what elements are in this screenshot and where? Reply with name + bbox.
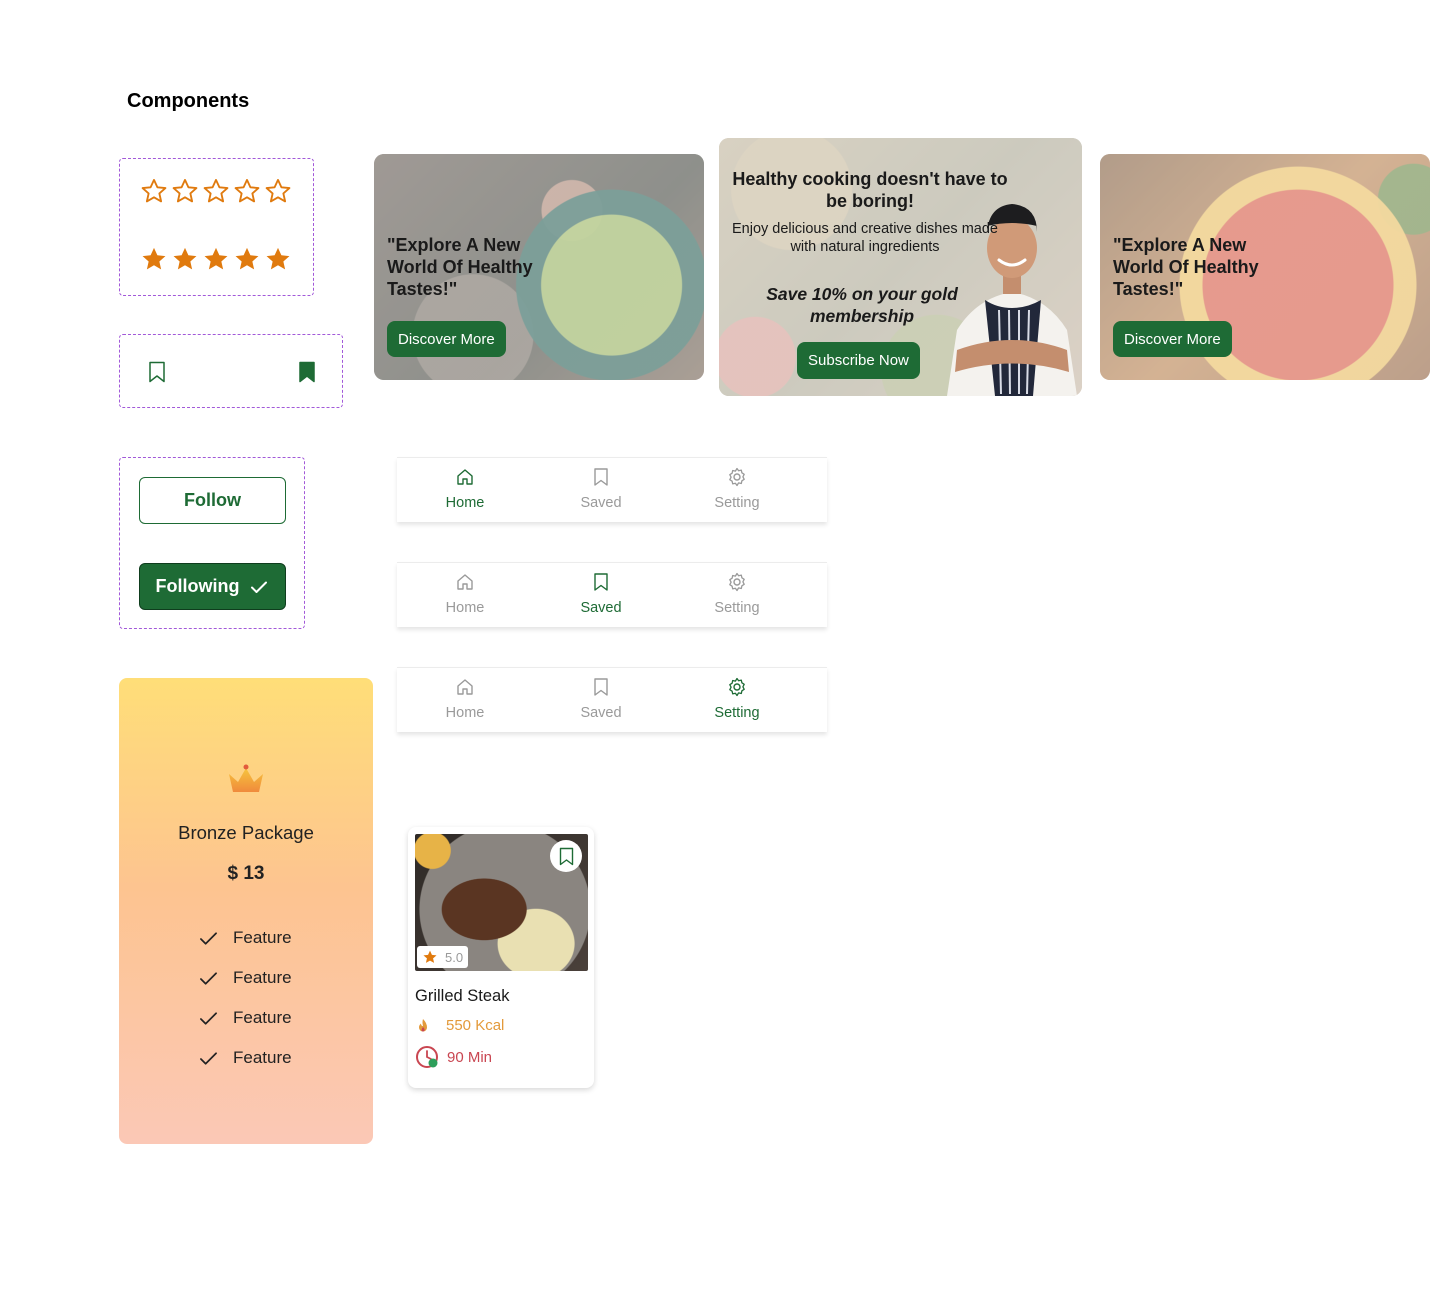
check-icon — [200, 1011, 217, 1025]
banner-text: "Explore A New World Of Healthy Tastes!" — [1113, 235, 1259, 299]
banner-headline: Healthy cooking doesn't have to be borin… — [732, 169, 1008, 211]
feature-label: Feature — [233, 1008, 292, 1027]
nav-label-setting: Setting — [714, 600, 760, 616]
gear-icon — [729, 677, 745, 697]
follow-button[interactable]: Follow — [139, 477, 286, 524]
time-value: 90 Min — [447, 1048, 493, 1066]
following-label: Following — [155, 576, 240, 596]
follow-component-box: Follow Following — [119, 457, 305, 629]
recipe-card[interactable]: 5.0 Grilled Steak 550 Kcal 90 Min — [408, 827, 594, 1088]
clock-icon — [416, 1046, 438, 1068]
bookmark-outline-icon[interactable] — [148, 361, 166, 383]
bookmark-icon — [594, 468, 608, 486]
star-outline-icon[interactable] — [233, 177, 261, 205]
nav-item-setting[interactable]: Setting — [669, 668, 805, 732]
rating-value: 5.0 — [445, 949, 464, 965]
feature-item: Feature — [199, 1038, 292, 1078]
nav-item-home[interactable]: Home — [397, 563, 533, 627]
calories-value: 550 Kcal — [446, 1017, 505, 1034]
nav-item-home[interactable]: Home — [397, 458, 533, 522]
following-button[interactable]: Following — [139, 563, 286, 610]
star-outline-icon[interactable] — [171, 177, 199, 205]
gear-icon — [729, 467, 745, 487]
star-filled-icon — [423, 950, 437, 963]
home-icon — [457, 679, 473, 695]
star-filled-icon[interactable] — [233, 245, 261, 273]
gear-icon — [729, 572, 745, 592]
check-icon — [200, 1051, 217, 1065]
bookmark-filled-icon[interactable] — [298, 361, 316, 383]
nav-label-home: Home — [445, 705, 485, 721]
feature-label: Feature — [233, 1048, 292, 1067]
nav-label-setting: Setting — [714, 705, 760, 721]
nav-label-saved: Saved — [580, 600, 622, 616]
promo-banner-tart: "Explore A New World Of Healthy Tastes!"… — [1100, 154, 1430, 380]
nav-label-home: Home — [445, 600, 485, 616]
bookmark-icon — [594, 678, 608, 696]
feature-label: Feature — [233, 928, 292, 947]
star-filled-icon[interactable] — [264, 245, 292, 273]
rating-component-box — [119, 158, 314, 296]
nav-label-saved: Saved — [580, 705, 622, 721]
bottom-nav-setting-active: Home Saved Setting — [397, 667, 827, 732]
flame-icon — [419, 1018, 427, 1032]
page-title: Components — [127, 90, 250, 112]
nav-item-setting[interactable]: Setting — [669, 458, 805, 522]
save-recipe-button[interactable] — [550, 840, 582, 872]
star-outline-icon[interactable] — [264, 177, 292, 205]
bottom-nav-saved-active: Home Saved Setting — [397, 562, 827, 627]
package-name: Bronze Package — [178, 822, 314, 843]
time-row: 90 Min — [415, 1045, 492, 1069]
nav-label-home: Home — [445, 495, 485, 511]
check-icon — [200, 931, 217, 945]
star-filled-icon[interactable] — [202, 245, 230, 273]
recipe-title: Grilled Steak — [415, 987, 510, 1005]
recipe-image: 5.0 — [415, 834, 588, 971]
discover-more-button[interactable]: Discover More — [387, 321, 506, 357]
promo-banner-membership: Healthy cooking doesn't have to be borin… — [719, 138, 1082, 396]
bookmark-icon — [559, 847, 573, 865]
bookmark-component-box — [119, 334, 343, 408]
rating-badge: 5.0 — [417, 946, 469, 968]
feature-item: Feature — [199, 998, 292, 1038]
nav-label-setting: Setting — [714, 495, 760, 511]
banner-offer: Save 10% on your gold membership — [766, 284, 958, 326]
home-icon — [457, 574, 473, 590]
nav-item-saved[interactable]: Saved — [533, 458, 669, 522]
rating-filled-row — [140, 245, 292, 273]
nav-item-setting[interactable]: Setting — [669, 563, 805, 627]
bottom-nav-home-active: Home Saved Setting — [397, 457, 827, 522]
banner-subtext: Enjoy delicious and creative dishes made… — [732, 221, 998, 255]
star-outline-icon[interactable] — [140, 177, 168, 205]
calories-row: 550 Kcal — [416, 1017, 504, 1034]
check-icon — [200, 971, 217, 985]
nav-item-home[interactable]: Home — [397, 668, 533, 732]
star-filled-icon[interactable] — [140, 245, 168, 273]
feature-list: Feature Feature Feature Feature — [199, 918, 292, 1078]
package-price: $ 13 — [227, 863, 265, 884]
feature-item: Feature — [199, 958, 292, 998]
home-icon — [457, 469, 473, 485]
pricing-package-card[interactable]: Bronze Package $ 13 Feature Feature Feat… — [119, 678, 373, 1144]
star-outline-icon[interactable] — [202, 177, 230, 205]
check-icon — [251, 581, 268, 593]
banner-text: "Explore A New World Of Healthy Tastes!" — [387, 235, 533, 299]
feature-label: Feature — [233, 968, 292, 987]
star-filled-icon[interactable] — [171, 245, 199, 273]
promo-banner-salad: "Explore A New World Of Healthy Tastes!"… — [374, 154, 704, 380]
nav-label-saved: Saved — [580, 495, 622, 511]
rating-empty-row — [140, 177, 292, 205]
bookmark-icon — [594, 573, 608, 591]
subscribe-now-button[interactable]: Subscribe Now — [797, 342, 920, 379]
nav-item-saved[interactable]: Saved — [533, 563, 669, 627]
follow-label: Follow — [184, 490, 241, 510]
crown-icon — [229, 764, 263, 792]
nav-item-saved[interactable]: Saved — [533, 668, 669, 732]
feature-item: Feature — [199, 918, 292, 958]
discover-more-button[interactable]: Discover More — [1113, 321, 1232, 357]
